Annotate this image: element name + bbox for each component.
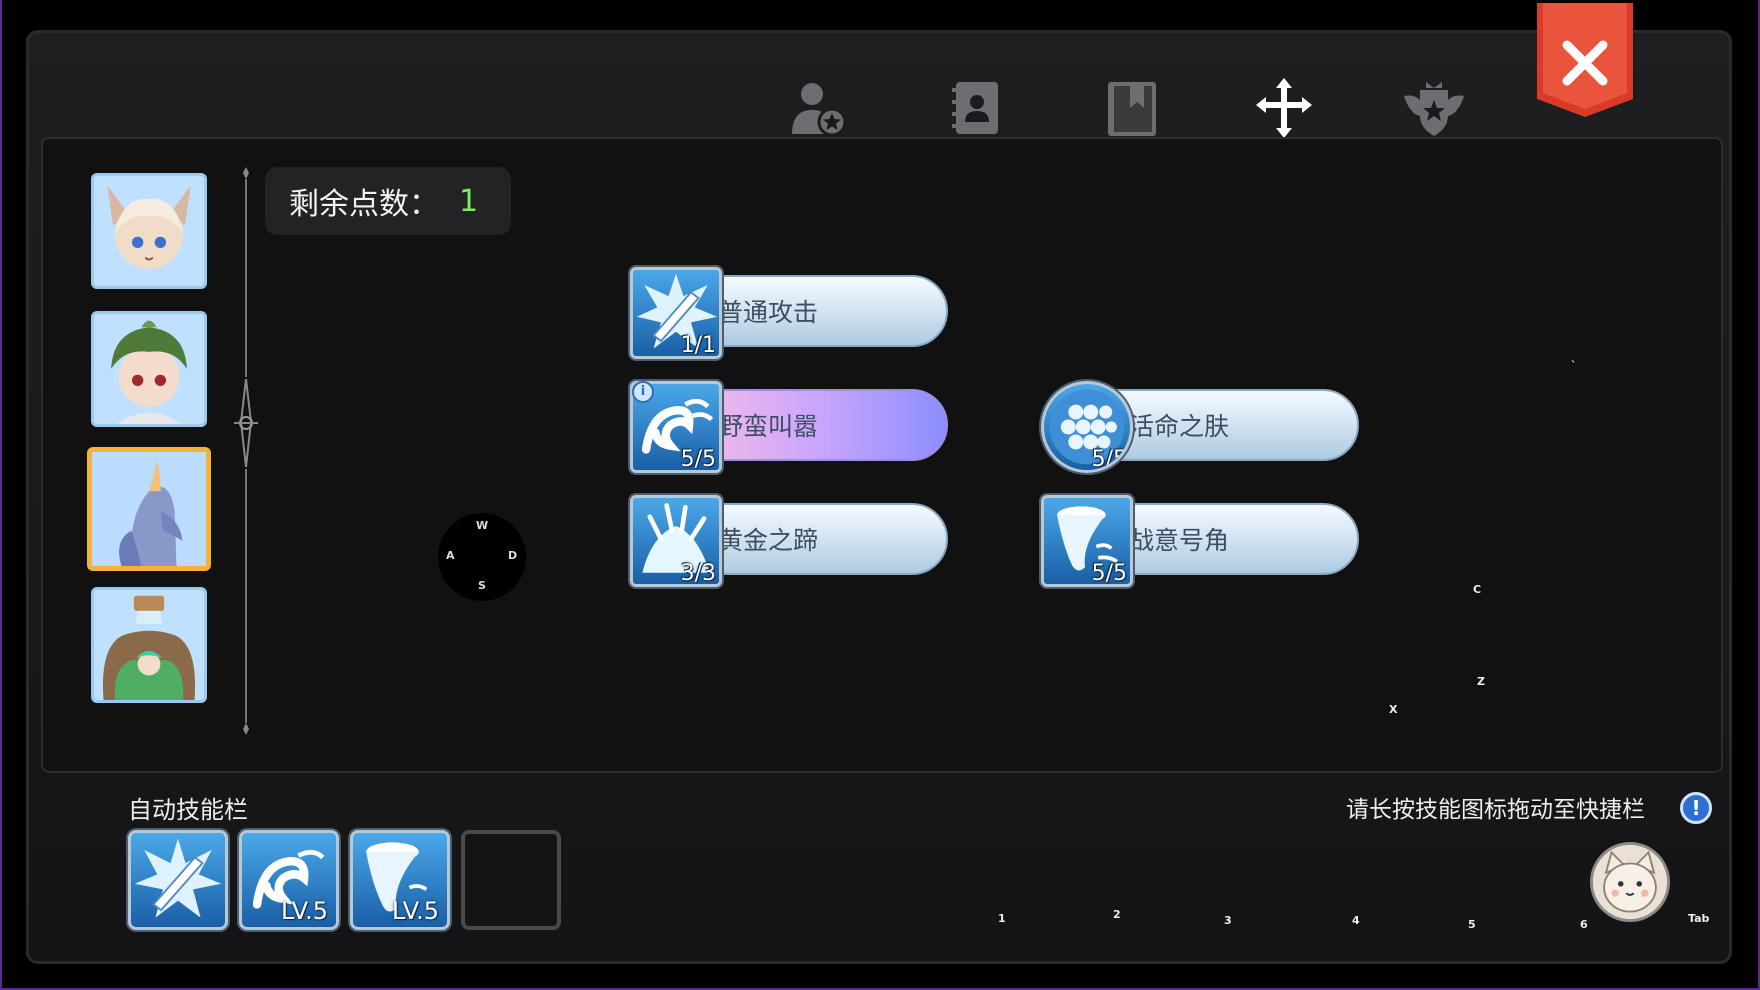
skill-icon-frame[interactable]: 5/5: [1041, 495, 1133, 587]
auto-skill-slot-2[interactable]: LV.5: [239, 830, 339, 930]
skill-node-war-horn[interactable]: 战意号角 5/5: [1041, 495, 1361, 587]
key-backtick: `: [1571, 359, 1577, 372]
fox-girl-portrait-icon: [94, 176, 204, 286]
hotkey-3: 3: [1224, 914, 1232, 927]
skill-icon-frame[interactable]: 1/1: [630, 267, 722, 359]
auto-skill-slot-4-empty[interactable]: [461, 830, 561, 930]
wasd-joystick[interactable]: W A D S: [438, 513, 526, 601]
user-star-icon: [792, 83, 847, 137]
skill-node-savage-roar[interactable]: 野蛮叫嚣 5/5 i: [630, 381, 950, 473]
key-x: X: [1389, 703, 1398, 716]
key-a: A: [446, 549, 455, 562]
skill-name: 战意号角: [1129, 526, 1230, 555]
key-z: Z: [1477, 675, 1485, 688]
auto-slot-level: LV.5: [392, 897, 439, 925]
skill-name: 活命之肤: [1129, 412, 1230, 441]
skill-name-bar: 野蛮叫嚣: [702, 389, 948, 461]
skill-name-bar: 战意号角: [1113, 503, 1359, 575]
remaining-points-value: 1: [459, 183, 479, 219]
skill-node-golden-hoof[interactable]: 黄金之蹄 3/3: [630, 495, 950, 587]
key-s: S: [478, 579, 486, 592]
close-icon: [1537, 3, 1633, 117]
hotkey-5: 5: [1468, 918, 1476, 931]
key-w: W: [476, 519, 489, 532]
skill-tree-panel: 剩余点数： 1 W A D S 普通攻击 1/1 野蛮叫嚣 5/5 i 活命之肤…: [41, 137, 1723, 773]
skill-name-bar: 普通攻击: [702, 275, 948, 347]
skill-level-count: 1/1: [680, 333, 716, 358]
skill-node-survival-skin[interactable]: 活命之肤 5/5: [1041, 381, 1361, 473]
skill-icon-frame[interactable]: 3/3: [630, 495, 722, 587]
skill-icon-frame[interactable]: 5/5: [1041, 381, 1133, 473]
hotkey-1: 1: [998, 912, 1006, 925]
hotkey-6: 6: [1580, 918, 1588, 931]
bookmark-book-icon: [1108, 82, 1156, 136]
hint-alert-icon[interactable]: !: [1680, 792, 1712, 824]
cat-assistant-button[interactable]: [1590, 842, 1670, 922]
skill-name: 野蛮叫嚣: [718, 412, 819, 441]
contact-book-icon: [952, 82, 998, 134]
skill-name-bar: 活命之肤: [1113, 389, 1359, 461]
cross-arrows-icon: [1256, 78, 1312, 138]
unicorn-portrait-icon: [92, 452, 206, 566]
remaining-points-label: 剩余点数：: [289, 187, 439, 222]
character-portrait-unicorn[interactable]: [87, 447, 211, 571]
key-d: D: [508, 549, 518, 562]
hotkey-2: 2: [1113, 908, 1121, 921]
auto-skill-slot-3[interactable]: LV.5: [350, 830, 450, 930]
skill-level-count: 5/5: [680, 447, 716, 472]
skill-name: 黄金之蹄: [718, 526, 819, 555]
winged-emblem-icon: [1404, 82, 1464, 136]
skill-level-count: 5/5: [1091, 447, 1127, 472]
bottle-fairy-portrait-icon: [94, 590, 204, 700]
skill-level-count: 5/5: [1091, 561, 1127, 586]
remaining-points-box: 剩余点数： 1: [265, 167, 511, 235]
cat-face-icon: [1593, 845, 1667, 919]
skill-level-count: 3/3: [680, 561, 716, 586]
auto-skill-slot-1[interactable]: [128, 830, 228, 930]
leaf-boy-portrait-icon: [94, 314, 204, 424]
key-c: C: [1473, 583, 1482, 596]
character-portrait-bottle-fairy[interactable]: [91, 587, 207, 703]
tab-key-label: Tab: [1688, 912, 1710, 925]
skill-name: 普通攻击: [718, 298, 819, 327]
skill-info-badge[interactable]: i: [632, 381, 654, 403]
auto-slot-level: LV.5: [281, 897, 328, 925]
drag-hint-text: 请长按技能图标拖动至快捷栏: [1346, 797, 1645, 823]
sword-burst-icon: [134, 838, 222, 918]
vertical-divider-ornament: [234, 167, 258, 735]
character-portrait-fox-girl[interactable]: [91, 173, 207, 289]
hotkey-4: 4: [1352, 914, 1360, 927]
tab-bar: [29, 33, 1735, 163]
auto-skill-bar-label: 自动技能栏: [128, 796, 248, 824]
skill-name-bar: 黄金之蹄: [702, 503, 948, 575]
close-button[interactable]: [1537, 3, 1633, 117]
character-portrait-leaf-boy[interactable]: [91, 311, 207, 427]
skill-node-basic-attack[interactable]: 普通攻击 1/1: [630, 267, 950, 359]
